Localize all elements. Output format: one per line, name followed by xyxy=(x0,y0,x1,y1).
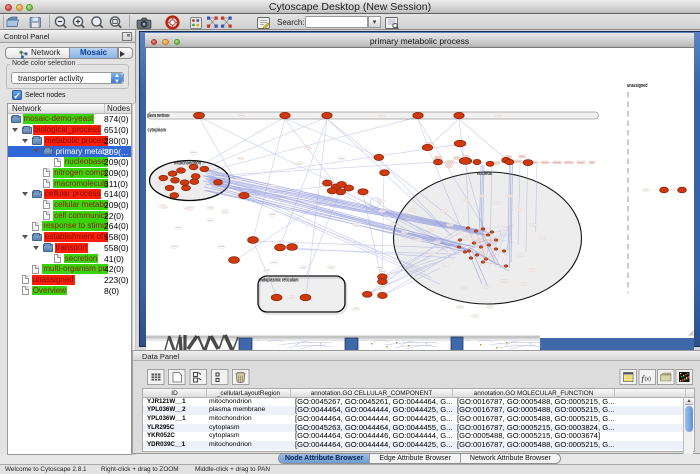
svg-text:(x): (x) xyxy=(645,377,652,383)
svg-text:nucleus: nucleus xyxy=(477,171,492,177)
svg-text:endoplasmic reticulum: endoplasmic reticulum xyxy=(259,277,299,283)
svg-text:plasma membrane: plasma membrane xyxy=(148,113,170,119)
svg-text:unassigned: unassigned xyxy=(627,83,648,89)
svg-text:cytoplasm: cytoplasm xyxy=(148,128,167,134)
